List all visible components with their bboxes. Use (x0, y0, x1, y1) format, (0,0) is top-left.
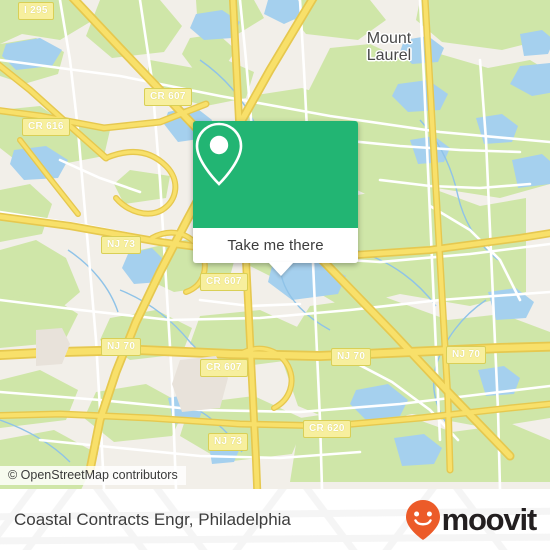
road-shield-nj-70-c[interactable]: NJ 70 (446, 346, 487, 364)
map-attribution[interactable]: © OpenStreetMap contributors (0, 466, 186, 485)
road-shield-nj-70-b[interactable]: NJ 70 (331, 348, 372, 366)
road-shield-cr-607-a[interactable]: CR 607 (144, 88, 192, 106)
map-pin-icon (195, 122, 243, 186)
road-shield-cr-616[interactable]: CR 616 (22, 118, 70, 136)
road-shield-nj-73-a[interactable]: NJ 73 (101, 236, 142, 254)
place-label-line2: Laurel (366, 47, 412, 64)
road-shield-nj-73-b[interactable]: NJ 73 (208, 433, 249, 451)
place-label-line1: Mount (366, 30, 412, 47)
popup-body[interactable]: Take me there (193, 228, 358, 276)
take-me-there-label: Take me there (227, 237, 324, 254)
moovit-pin-icon (405, 499, 440, 540)
place-label-mount-laurel: Mount Laurel (348, 30, 430, 64)
footer-bar: Coastal Contracts Engr, Philadelphia moo… (0, 489, 550, 550)
road-shield-nj-70-a[interactable]: NJ 70 (101, 338, 142, 356)
popup-tail (268, 262, 294, 276)
moovit-logo[interactable]: moovit (405, 499, 538, 541)
moovit-wordmark: moovit (441, 502, 538, 537)
moovit-map-page: Mount Laurel I 295 CR 607 CR 616 NJ 73 CR… (0, 0, 550, 550)
road-shield-i-295[interactable]: I 295 (18, 2, 54, 20)
map-canvas[interactable]: Mount Laurel I 295 CR 607 CR 616 NJ 73 CR… (0, 0, 550, 489)
road-shield-cr-620[interactable]: CR 620 (303, 420, 351, 438)
popup-header (193, 121, 358, 228)
location-popup[interactable]: Take me there (193, 121, 358, 276)
page-title: Coastal Contracts Engr, Philadelphia (14, 509, 291, 529)
road-shield-cr-607-c[interactable]: CR 607 (200, 359, 248, 377)
road-shield-cr-607-b[interactable]: CR 607 (200, 273, 248, 291)
